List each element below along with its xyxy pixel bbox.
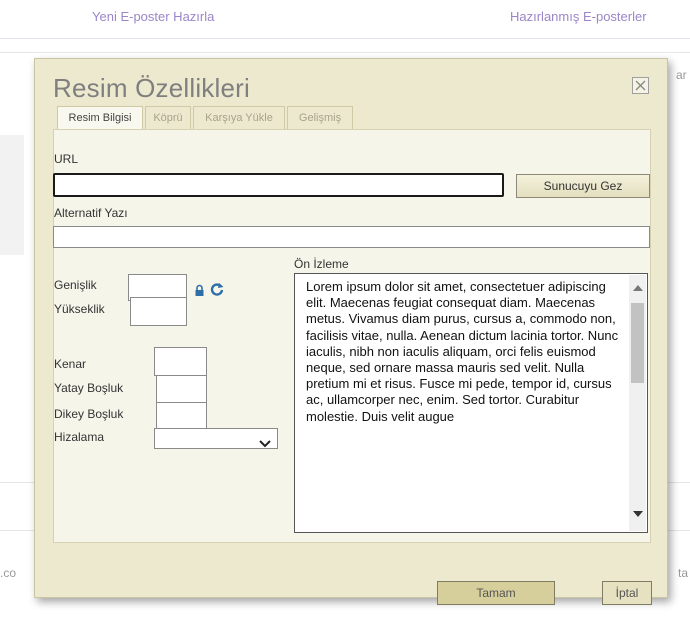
browse-server-button[interactable]: Sunucuyu Gez xyxy=(516,174,650,198)
preview-area[interactable]: Lorem ipsum dolor sit amet, consectetuer… xyxy=(294,273,648,533)
tab-advanced[interactable]: Gelişmiş xyxy=(287,106,353,129)
height-input[interactable] xyxy=(130,297,187,326)
tab-link[interactable]: Köprü xyxy=(145,106,191,129)
prepared-eposters-link[interactable]: Hazırlanmış E-posterler xyxy=(510,9,647,24)
tab-upload[interactable]: Karşıya Yükle xyxy=(193,106,285,129)
height-label: Yükseklik xyxy=(54,302,105,316)
dialog-title: Resim Özellikleri xyxy=(53,73,250,103)
close-icon[interactable] xyxy=(632,77,649,94)
reset-size-icon[interactable] xyxy=(210,282,224,301)
image-properties-dialog: Resim Özellikleri Resim Bilgisi Köprü Ka… xyxy=(34,58,668,605)
width-label: Genişlik xyxy=(54,278,97,292)
ok-button[interactable]: Tamam xyxy=(437,581,555,605)
align-select[interactable] xyxy=(154,428,278,449)
hspace-label: Yatay Boşluk xyxy=(54,381,124,395)
lock-icon[interactable] xyxy=(194,284,205,302)
preview-text: Lorem ipsum dolor sit amet, consectetuer… xyxy=(306,279,619,424)
new-eposter-link[interactable]: Yeni E-poster Hazırla xyxy=(92,9,214,24)
scroll-up-icon[interactable] xyxy=(633,285,643,291)
preview-label: Ön İzleme xyxy=(294,257,349,271)
scroll-thumb[interactable] xyxy=(631,303,644,383)
preview-scrollbar[interactable] xyxy=(629,275,646,531)
tab-panel-image-info: URL Sunucuyu Gez Alternatif Yazı Genişli… xyxy=(53,129,651,543)
vspace-input[interactable] xyxy=(156,402,207,429)
background-side-text: .co xyxy=(0,566,17,580)
url-label: URL xyxy=(54,152,79,166)
alt-text-label: Alternatif Yazı xyxy=(54,206,128,220)
chevron-down-icon xyxy=(259,435,271,453)
background-toolbar-strip xyxy=(0,135,24,255)
alt-text-input[interactable] xyxy=(53,226,650,248)
border-input[interactable] xyxy=(154,347,207,376)
scroll-down-icon[interactable] xyxy=(633,511,643,517)
background-side-text: ta xyxy=(678,566,689,580)
cancel-button[interactable]: İptal xyxy=(602,581,652,605)
border-label: Kenar xyxy=(54,357,87,371)
hspace-input[interactable] xyxy=(156,375,207,403)
tab-image-info[interactable]: Resim Bilgisi xyxy=(57,106,143,130)
background-side-text: ar xyxy=(676,68,687,82)
background-top-bar: Yeni E-poster Hazırla Hazırlanmış E-post… xyxy=(0,0,690,39)
background-divider xyxy=(0,52,690,53)
vspace-label: Dikey Boşluk xyxy=(54,407,124,421)
align-label: Hizalama xyxy=(54,430,105,444)
url-input[interactable] xyxy=(53,173,504,197)
